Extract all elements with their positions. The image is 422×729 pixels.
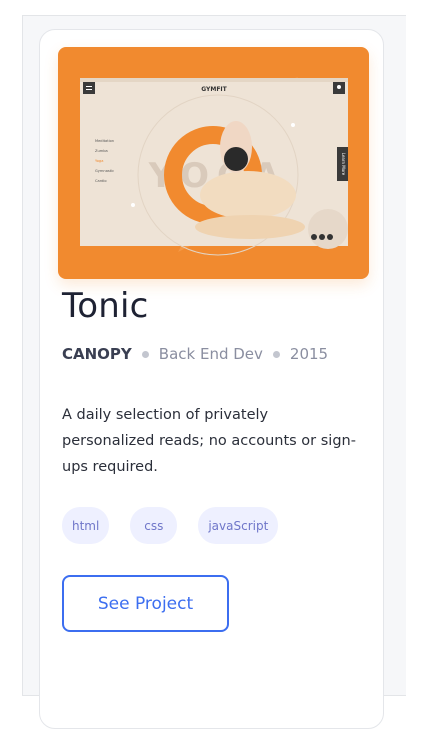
gymfit-mockup-image: GYMFIT YOGA Learn More Meditation Zumba … [80, 77, 348, 256]
mockup-menu-item: Cardio [95, 179, 107, 183]
tag-html: html [62, 507, 110, 544]
project-card: GYMFIT YOGA Learn More Meditation Zumba … [39, 29, 384, 729]
tag-javascript: javaScript [198, 507, 279, 544]
see-project-button[interactable]: See Project [62, 575, 229, 632]
project-description: A daily selection of privately personali… [62, 407, 356, 475]
project-thumbnail: GYMFIT YOGA Learn More Meditation Zumba … [58, 47, 369, 279]
project-role: Back End Dev [158, 345, 263, 363]
project-title: Tonic [62, 286, 149, 326]
mockup-menu-item: Zumba [95, 149, 108, 153]
mockup-menu-item: Meditation [95, 139, 114, 143]
project-year: 2015 [289, 345, 329, 363]
tag-css: css [130, 507, 178, 544]
separator-dot [272, 350, 280, 358]
project-meta: CANOPY Back End Dev 2015 [62, 345, 328, 363]
mockup-menu-item: Yoga [95, 159, 103, 163]
mockup-brand: GYMFIT [201, 86, 227, 93]
mockup-side-tab: Learn More [341, 153, 346, 176]
separator-dot [141, 350, 149, 358]
tag-list: html css javaScript [62, 507, 279, 544]
project-client: CANOPY [62, 345, 132, 363]
mockup-menu-item: Gymnastic [95, 169, 114, 173]
